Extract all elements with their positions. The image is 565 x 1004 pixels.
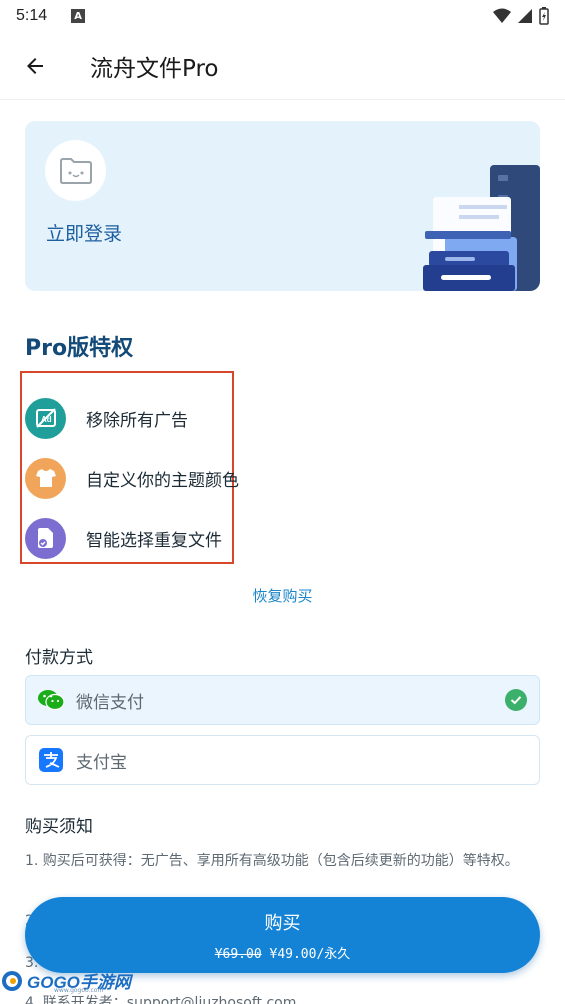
page-title: 流舟文件Pro <box>90 55 219 82</box>
notice-item-1: 1. 购买后可获得：无广告、享用所有高级功能（包含后续更新的功能）等特权。 <box>25 853 519 869</box>
login-card[interactable]: 立即登录 <box>25 121 540 291</box>
status-bar: 5:14 A <box>0 0 565 32</box>
buy-label: 购买 <box>264 912 301 934</box>
benefit-label: 移除所有广告 <box>86 410 188 431</box>
files-cabinet-illustration <box>423 165 540 291</box>
signal-icon <box>518 9 532 23</box>
benefit-label: 自定义你的主题颜色 <box>86 470 239 491</box>
benefit-remove-ads: Ad 移除所有广告 <box>25 397 285 439</box>
file-check-icon <box>25 517 66 559</box>
notice-heading: 购买须知 <box>25 817 93 837</box>
current-price: ¥49.00/永久 <box>269 946 351 962</box>
check-circle-icon <box>505 689 527 711</box>
status-icons <box>493 7 549 25</box>
login-label[interactable]: 立即登录 <box>46 219 122 246</box>
watermark-logo-icon <box>2 970 22 991</box>
pro-section-title: Pro版特权 <box>25 336 134 361</box>
arrow-left-icon <box>27 57 43 74</box>
wechat-pay-icon <box>38 687 64 713</box>
old-price: ¥69.00 <box>214 946 262 962</box>
alipay-icon <box>38 747 64 773</box>
app-bar: 流舟文件Pro <box>0 32 565 100</box>
payment-option-wechat[interactable]: 微信支付 <box>25 675 540 725</box>
buy-button[interactable]: 购买 ¥69.00 ¥49.00/永久 <box>25 897 540 973</box>
status-time: 5:14 <box>16 7 48 24</box>
remove-ads-icon: Ad <box>25 397 66 439</box>
price-line: ¥69.00 ¥49.00/永久 <box>215 943 351 962</box>
wifi-icon <box>493 8 511 23</box>
folder-face-icon <box>59 157 92 184</box>
back-button[interactable] <box>0 32 70 100</box>
battery-icon <box>539 7 549 25</box>
payment-heading: 付款方式 <box>25 648 93 668</box>
payment-label: 支付宝 <box>76 752 127 773</box>
avatar[interactable] <box>45 140 106 201</box>
tshirt-icon <box>25 457 66 499</box>
payment-option-alipay[interactable]: 支付宝 <box>25 735 540 785</box>
watermark-sub: www.gogoo.com <box>54 987 104 994</box>
benefit-theme-color: 自定义你的主题颜色 <box>25 457 285 499</box>
payment-label: 微信支付 <box>76 692 144 713</box>
notification-a-icon: A <box>71 9 86 23</box>
benefit-label: 智能选择重复文件 <box>86 530 222 551</box>
restore-purchase-link[interactable]: 恢复购买 <box>0 585 565 606</box>
benefit-duplicate-files: 智能选择重复文件 <box>25 517 285 559</box>
watermark: GOGO手游网 www.gogoo.com <box>0 968 131 994</box>
